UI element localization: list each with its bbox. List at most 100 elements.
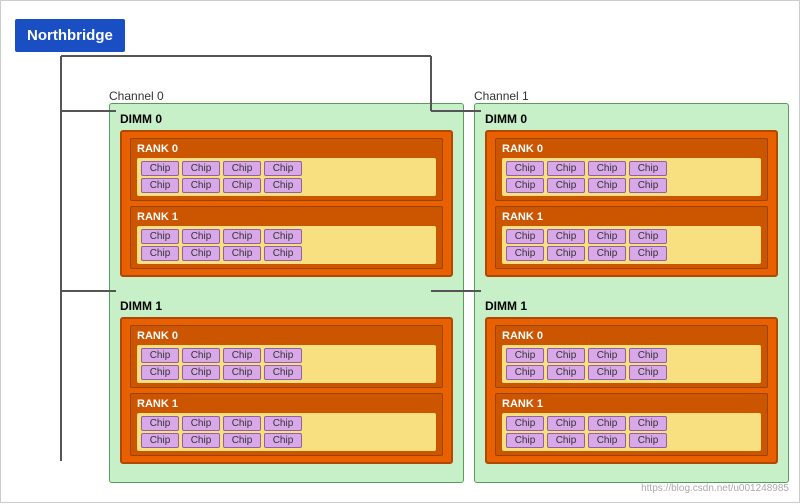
chip: Chip bbox=[547, 229, 585, 244]
ch0-dimm1-rank1-chips: Chip Chip Chip Chip Chip Chip Chip Chip bbox=[137, 413, 436, 451]
channel1-label: Channel 1 bbox=[474, 89, 529, 103]
northbridge-label: Northbridge bbox=[27, 27, 113, 44]
chip: Chip bbox=[588, 229, 626, 244]
chip: Chip bbox=[506, 161, 544, 176]
watermark: https://blog.csdn.net/u001248985 bbox=[641, 483, 789, 494]
chip: Chip bbox=[629, 161, 667, 176]
ch0-dimm1-rank0: RANK 0 Chip Chip Chip Chip Chip Chip Chi… bbox=[130, 325, 443, 388]
chip: Chip bbox=[547, 416, 585, 431]
ch1-dimm0-box: RANK 0 Chip Chip Chip Chip Chip Chip Chi… bbox=[485, 130, 778, 277]
chip: Chip bbox=[182, 161, 220, 176]
chip: Chip bbox=[141, 178, 179, 193]
chip: Chip bbox=[506, 433, 544, 448]
ch1-dimm0-rank0: RANK 0 Chip Chip Chip Chip Chip Chip Chi… bbox=[495, 138, 768, 201]
ch1-dimm0-label: DIMM 0 bbox=[485, 112, 527, 126]
chip: Chip bbox=[588, 348, 626, 363]
ch1-dimm1-rank1: RANK 1 Chip Chip Chip Chip Chip Chip Chi… bbox=[495, 393, 768, 456]
chip: Chip bbox=[264, 246, 302, 261]
ch0-dimm1-rank1: RANK 1 Chip Chip Chip Chip Chip Chip Chi… bbox=[130, 393, 443, 456]
chip: Chip bbox=[182, 433, 220, 448]
ch1-dimm0-rank0-chips: Chip Chip Chip Chip Chip Chip Chip Chip bbox=[502, 158, 761, 196]
chip: Chip bbox=[547, 178, 585, 193]
chip: Chip bbox=[182, 229, 220, 244]
ch1-dimm0-rank1-label: RANK 1 bbox=[502, 211, 761, 223]
chip: Chip bbox=[141, 229, 179, 244]
chip: Chip bbox=[506, 348, 544, 363]
channel0-container: DIMM 0 RANK 0 Chip Chip Chip Chip Chip C… bbox=[109, 103, 464, 483]
chip: Chip bbox=[223, 229, 261, 244]
ch1-dimm1-rank0: RANK 0 Chip Chip Chip Chip Chip Chip Chi… bbox=[495, 325, 768, 388]
chip: Chip bbox=[264, 416, 302, 431]
chip: Chip bbox=[223, 416, 261, 431]
ch0-dimm1-rank1-label: RANK 1 bbox=[137, 398, 436, 410]
channel1-container: DIMM 0 RANK 0 Chip Chip Chip Chip Chip C… bbox=[474, 103, 789, 483]
chip: Chip bbox=[506, 365, 544, 380]
chip: Chip bbox=[182, 348, 220, 363]
ch0-dimm0-rank1-label: RANK 1 bbox=[137, 211, 436, 223]
ch0-dimm0-rank0: RANK 0 Chip Chip Chip Chip Chip Chip Chi… bbox=[130, 138, 443, 201]
chip: Chip bbox=[141, 416, 179, 431]
ch0-dimm1-rank0-chips: Chip Chip Chip Chip Chip Chip Chip Chip bbox=[137, 345, 436, 383]
ch0-dimm0-rank0-label: RANK 0 bbox=[137, 143, 436, 155]
chip: Chip bbox=[588, 365, 626, 380]
chip: Chip bbox=[506, 178, 544, 193]
ch0-dimm1-rank0-label: RANK 0 bbox=[137, 330, 436, 342]
chip: Chip bbox=[223, 178, 261, 193]
chip: Chip bbox=[506, 416, 544, 431]
chip: Chip bbox=[264, 178, 302, 193]
ch1-dimm0-rank1: RANK 1 Chip Chip Chip Chip Chip Chip Chi… bbox=[495, 206, 768, 269]
chip: Chip bbox=[141, 161, 179, 176]
chip: Chip bbox=[264, 229, 302, 244]
chip: Chip bbox=[629, 433, 667, 448]
ch0-dimm0-label: DIMM 0 bbox=[120, 112, 162, 126]
chip: Chip bbox=[547, 365, 585, 380]
chip: Chip bbox=[182, 178, 220, 193]
chip: Chip bbox=[588, 178, 626, 193]
chip: Chip bbox=[223, 365, 261, 380]
chip: Chip bbox=[547, 348, 585, 363]
chip: Chip bbox=[141, 348, 179, 363]
ch1-dimm0-rank0-label: RANK 0 bbox=[502, 143, 761, 155]
chip: Chip bbox=[629, 246, 667, 261]
chip: Chip bbox=[547, 246, 585, 261]
chip: Chip bbox=[223, 246, 261, 261]
chip: Chip bbox=[264, 161, 302, 176]
ch0-dimm0-rank1-chips: Chip Chip Chip Chip Chip Chip Chip Chip bbox=[137, 226, 436, 264]
ch1-dimm1-label: DIMM 1 bbox=[485, 299, 527, 313]
chip: Chip bbox=[588, 416, 626, 431]
ch0-dimm1-label: DIMM 1 bbox=[120, 299, 162, 313]
chip: Chip bbox=[547, 433, 585, 448]
chip: Chip bbox=[182, 246, 220, 261]
ch1-dimm1-rank0-label: RANK 0 bbox=[502, 330, 761, 342]
chip: Chip bbox=[506, 229, 544, 244]
chip: Chip bbox=[547, 161, 585, 176]
chip: Chip bbox=[629, 229, 667, 244]
ch1-dimm1-box: RANK 0 Chip Chip Chip Chip Chip Chip Chi… bbox=[485, 317, 778, 464]
chip: Chip bbox=[223, 348, 261, 363]
ch0-dimm1-box: RANK 0 Chip Chip Chip Chip Chip Chip Chi… bbox=[120, 317, 453, 464]
ch1-dimm0-rank1-chips: Chip Chip Chip Chip Chip Chip Chip Chip bbox=[502, 226, 761, 264]
ch1-dimm1-rank1-label: RANK 1 bbox=[502, 398, 761, 410]
ch1-dimm1-rank1-chips: Chip Chip Chip Chip Chip Chip Chip Chip bbox=[502, 413, 761, 451]
northbridge-box: Northbridge bbox=[15, 19, 125, 52]
chip: Chip bbox=[264, 348, 302, 363]
chip: Chip bbox=[141, 365, 179, 380]
chip: Chip bbox=[629, 178, 667, 193]
chip: Chip bbox=[629, 416, 667, 431]
chip: Chip bbox=[141, 433, 179, 448]
chip: Chip bbox=[629, 365, 667, 380]
chip: Chip bbox=[629, 348, 667, 363]
chip: Chip bbox=[264, 365, 302, 380]
ch0-dimm0-rank0-chips: Chip Chip Chip Chip Chip Chip Chip Chip bbox=[137, 158, 436, 196]
chip: Chip bbox=[182, 365, 220, 380]
ch0-dimm0-box: RANK 0 Chip Chip Chip Chip Chip Chip Chi… bbox=[120, 130, 453, 277]
main-container: Northbridge Channel 0 DIMM 0 RANK 0 Ch bbox=[0, 0, 800, 503]
chip: Chip bbox=[588, 161, 626, 176]
chip: Chip bbox=[182, 416, 220, 431]
chip: Chip bbox=[264, 433, 302, 448]
chip: Chip bbox=[141, 246, 179, 261]
chip: Chip bbox=[506, 246, 544, 261]
chip: Chip bbox=[588, 246, 626, 261]
ch1-dimm1-rank0-chips: Chip Chip Chip Chip Chip Chip Chip Chip bbox=[502, 345, 761, 383]
chip: Chip bbox=[588, 433, 626, 448]
